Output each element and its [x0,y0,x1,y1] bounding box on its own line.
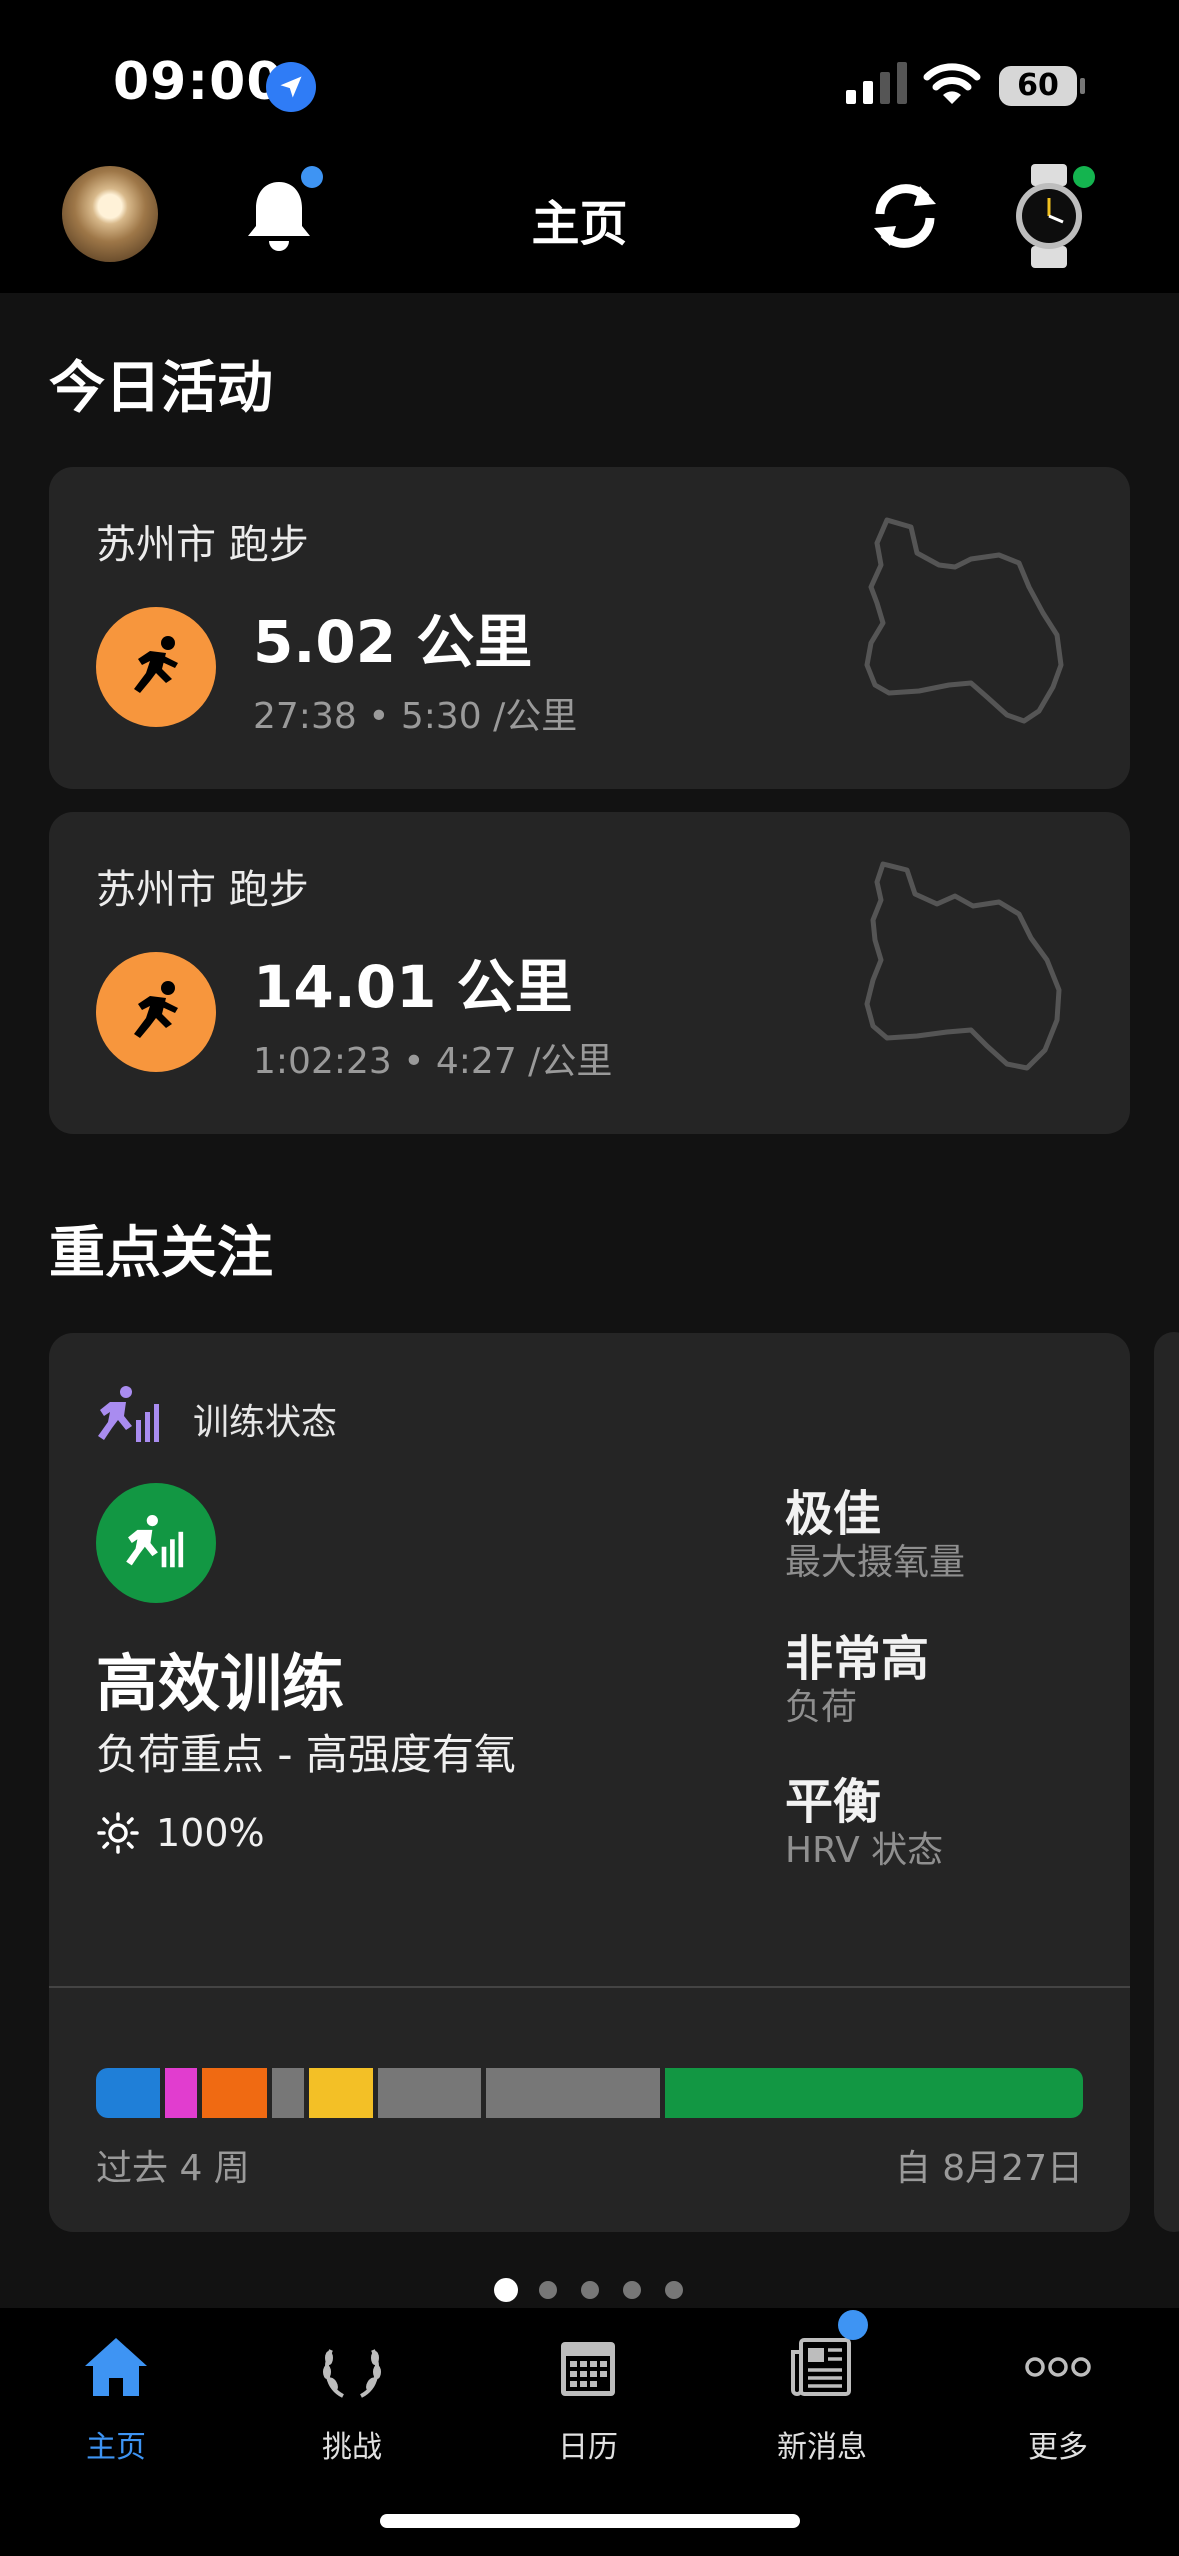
tab-label: 新消息 [777,2430,867,2465]
top-bar: 09:00 60 主页 [0,0,1179,293]
history-since-label: 自 8月27日 [894,2148,1083,2189]
tab-challenges[interactable]: 挑战 [262,2332,442,2466]
page-dot [622,2281,641,2299]
metric-value: 极佳 [785,1486,882,1542]
metric-label: HRV 状态 [785,1830,944,1871]
route-map-thumbnail [864,861,1062,1071]
page-dot [664,2281,683,2299]
training-status-label: 训练状态 [193,1402,338,1443]
history-segment [96,2068,161,2118]
metric-value: 平衡 [785,1774,882,1830]
route-map-thumbnail [864,517,1064,724]
tab-calendar[interactable]: 日历 [498,2332,678,2466]
tab-label: 挑战 [322,2430,382,2465]
metric-label: 负荷 [785,1687,858,1728]
history-segment [664,2068,1083,2118]
laurel-icon [323,2349,381,2398]
tab-label: 更多 [1028,2430,1088,2465]
home-indicator [380,2514,800,2528]
focus-section-title: 重点关注 [49,1221,273,1286]
training-status-card[interactable]: 训练状态 高效训练 负荷重点 - 高强度有氧 100% 极佳 最大摄氧量 非常高… [49,1333,1130,2232]
cellular-signal-icon [846,62,907,104]
training-history-bar [96,2068,1083,2118]
running-icon [96,607,216,727]
sync-icon[interactable] [864,176,946,256]
activity-place: 苏州市 跑步 [96,522,309,568]
sun-icon [97,1812,139,1854]
news-icon [791,2338,851,2396]
activity-distance: 14.01 公里 [253,953,573,1021]
page-dot [580,2281,599,2299]
load-focus-text: 负荷重点 - 高强度有氧 [96,1730,516,1779]
activity-stats: 1:02:23 • 4:27 /公里 [253,1041,613,1082]
running-icon [96,952,216,1072]
metric-hrv: 平衡 HRV 状态 [785,1773,943,1871]
news-badge [838,2310,868,2340]
page-dot [538,2281,557,2299]
battery-tip [1080,78,1085,94]
training-status-value: 高效训练 [96,1647,345,1720]
metric-label: 最大摄氧量 [785,1542,966,1583]
activity-card[interactable]: 苏州市 跑步 5.02 公里 27:38 • 5:30 /公里 [49,467,1130,789]
activity-distance: 5.02 公里 [253,608,533,676]
history-segment [202,2068,267,2118]
today-section-title: 今日活动 [49,356,273,421]
status-time: 09:00 [113,52,284,112]
tab-more[interactable]: 更多 [968,2332,1148,2466]
activity-place: 苏州市 跑步 [96,867,309,913]
tab-label: 日历 [558,2430,618,2465]
battery-indicator: 60 [999,66,1077,106]
history-segment [378,2068,482,2118]
history-period-label: 过去 4 周 [96,2148,250,2189]
recovery-percent: 100% [156,1811,265,1855]
device-connected-badge [1073,166,1095,188]
history-segment [308,2068,374,2118]
location-arrow-icon [266,62,316,112]
activity-card[interactable]: 苏州市 跑步 14.01 公里 1:02:23 • 4:27 /公里 [49,812,1130,1134]
more-icon [1025,2357,1091,2377]
history-segment [165,2068,198,2118]
training-status-badge-icon [96,1483,216,1603]
history-segment [271,2068,304,2118]
tab-home[interactable]: 主页 [26,2332,206,2466]
calendar-icon [561,2342,615,2396]
card-divider [49,1986,1130,1988]
activity-stats: 27:38 • 5:30 /公里 [253,696,578,737]
tab-label: 主页 [86,2430,146,2465]
training-status-icon [98,1386,159,1442]
metric-value: 非常高 [785,1631,930,1687]
metric-vo2max: 极佳 最大摄氧量 [785,1485,965,1583]
metric-load: 非常高 负荷 [785,1630,929,1728]
bottom-tab-bar: 主页 挑战 日历 新消息 更多 [0,2308,1179,2556]
tab-news[interactable]: 新消息 [732,2332,912,2466]
page-dot [493,2278,518,2302]
next-card-peek[interactable] [1154,1332,1179,2232]
wifi-icon [923,63,981,104]
history-segment [486,2068,660,2118]
home-icon [85,2338,147,2396]
page-title: 主页 [531,196,628,252]
